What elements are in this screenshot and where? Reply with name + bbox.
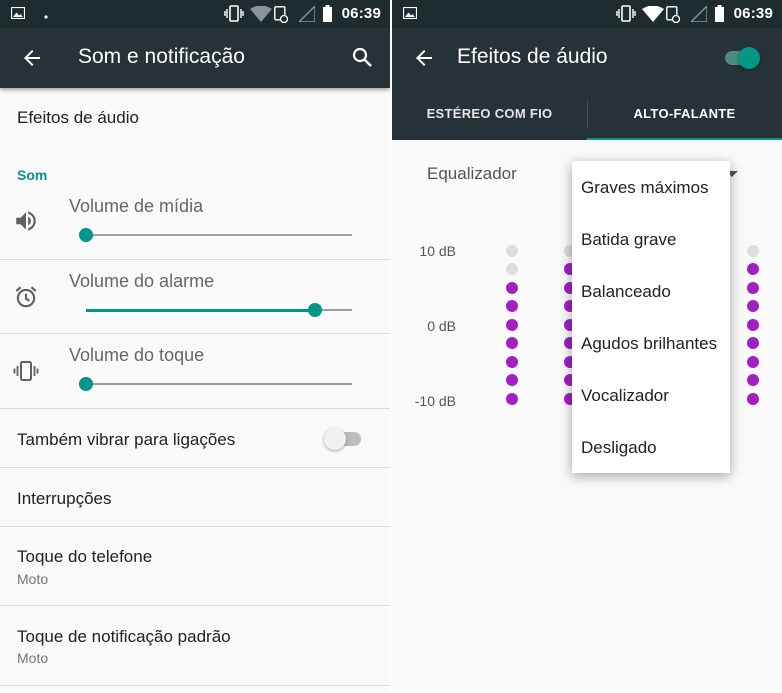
eq-dot [506,374,518,386]
eq-dot [506,356,518,368]
notification-sound-label: Toque de notificação padrão [17,627,231,646]
interruptions-item[interactable]: Interrupções [0,468,390,526]
media-volume-row: Volume de mídia [0,186,390,259]
audio-effects-toggle[interactable] [722,46,760,70]
page-title: Som e notificação [78,45,245,68]
battery-icon [323,5,332,22]
back-arrow-icon[interactable] [20,46,44,70]
notification-dot-icon [44,15,48,19]
eq-dot [747,374,759,386]
vibrate-on-calls-item[interactable]: Também vibrar para ligações [0,409,390,467]
eq-dot [747,337,759,349]
equalizer-preset-menu: Graves máximos Batida grave Balanceado A… [572,161,730,473]
audio-effects-screen: 06:39 Efeitos de áudio ESTÉREO COM FIO A… [392,0,782,693]
media-volume-label: Volume de mídia [69,196,204,216]
vibrate-on-calls-label: Também vibrar para ligações [17,430,236,449]
eq-dot [747,319,759,331]
section-header-som: Som [17,167,48,183]
alarm-volume-fill [86,308,315,312]
preset-option[interactable]: Graves máximos [581,178,709,198]
alarm-volume-slider[interactable] [86,303,352,317]
settings-screen: 06:39 Som e notificação Efeitos de áudio… [0,0,390,693]
divider [0,685,390,686]
phone-ringtone-value: Moto [17,571,49,587]
signal-icon [299,6,315,22]
eq-dot [506,263,518,275]
preset-option[interactable]: Vocalizador [581,386,669,406]
speaker-icon [16,211,36,231]
alarm-icon [15,286,37,308]
preset-option[interactable]: Agudos brilhantes [581,334,717,354]
toggle-knob [738,47,760,69]
eq-dot [747,356,759,368]
eq-dot [506,245,518,257]
gallery-notification-icon [11,7,25,19]
search-icon[interactable] [350,45,374,69]
alarm-volume-label: Volume do alarme [69,271,215,291]
preset-option[interactable]: Batida grave [581,230,676,250]
audio-effects-item[interactable]: Efeitos de áudio [0,88,390,148]
eq-dot [506,282,518,294]
page-title: Efeitos de áudio [457,45,608,68]
wifi-icon [250,6,272,22]
eq-dot [506,393,518,405]
data-saver-icon [274,6,288,23]
app-toolbar: Efeitos de áudio [392,28,782,88]
eq-dot [506,337,518,349]
notification-sound-item[interactable]: Toque de notificação padrão Moto [0,606,390,684]
eq-dot [506,300,518,312]
vibrate-on-calls-toggle[interactable] [324,427,362,451]
ring-volume-row: Volume do toque [0,334,390,408]
eq-dot [506,319,518,331]
status-bar: 06:39 [0,0,390,28]
audio-effects-label: Efeitos de áudio [17,108,139,127]
status-clock: 06:39 [341,5,381,22]
notification-sound-value: Moto [17,650,49,666]
preset-option[interactable]: Balanceado [581,282,671,302]
app-toolbar: Som e notificação [0,28,390,88]
phone-ringtone-item[interactable]: Toque do telefone Moto [0,527,390,605]
toggle-knob [324,428,346,450]
vibrate-icon [13,361,39,381]
eq-dot [747,282,759,294]
eq-dot [747,393,759,405]
media-volume-thumb[interactable] [79,228,93,242]
back-arrow-icon[interactable] [412,46,436,70]
alarm-volume-row: Volume do alarme [0,260,390,333]
alarm-volume-thumb[interactable] [307,303,322,317]
phone-ringtone-label: Toque do telefone [17,547,153,566]
interruptions-label: Interrupções [17,489,112,508]
preset-option[interactable]: Desligado [581,438,657,458]
eq-dot [747,245,759,257]
eq-dot [747,300,759,312]
ring-volume-thumb[interactable] [79,377,93,391]
vibrate-status-icon [224,5,244,22]
eq-dot [747,263,759,275]
media-volume-slider[interactable] [79,228,352,242]
ring-volume-slider[interactable] [79,377,352,391]
ring-volume-label: Volume do toque [69,345,205,365]
